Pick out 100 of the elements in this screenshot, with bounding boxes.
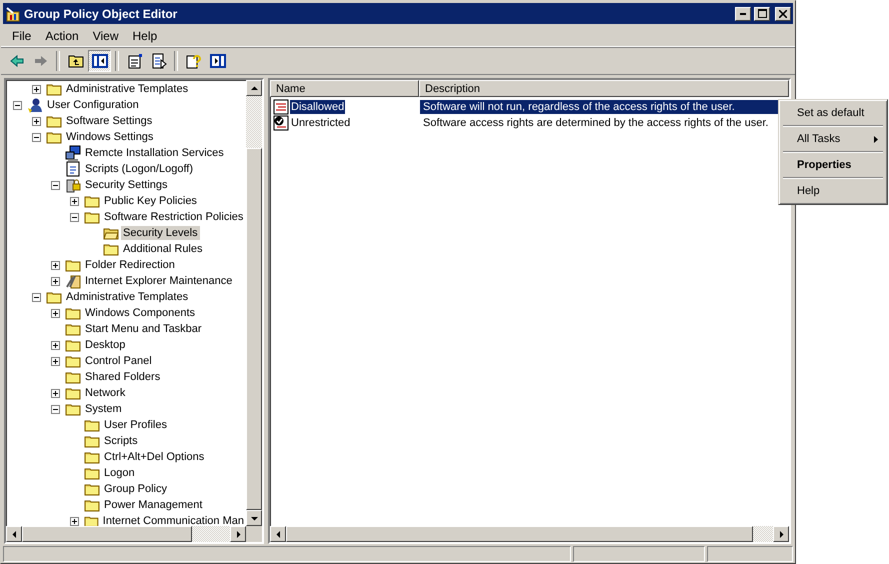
folder-icon [65, 258, 81, 272]
app-icon [5, 6, 21, 22]
tree-item[interactable]: System [83, 402, 124, 416]
forward-icon [32, 53, 48, 69]
properties-icon [126, 53, 142, 69]
tree-item[interactable]: Internet Communication Man [100, 514, 246, 526]
tree-item[interactable]: Remcte Installation Services [83, 146, 226, 160]
tree-item[interactable]: Folder Redirection [83, 258, 177, 272]
scroll-right-button[interactable] [773, 526, 789, 542]
expand-toggle[interactable] [51, 356, 60, 366]
tree-item[interactable]: Desktop [83, 338, 128, 352]
lock-server-icon [65, 177, 81, 193]
menu-item[interactable]: View [86, 29, 126, 43]
scroll-up-button[interactable] [246, 80, 262, 96]
folder-icon [103, 242, 119, 256]
folder-icon [84, 418, 100, 432]
vertical-scrollbar[interactable] [246, 80, 262, 526]
expand-toggle[interactable] [32, 116, 41, 126]
tree-item[interactable]: Scripts (Logon/Logoff) [83, 162, 196, 176]
open-folder-icon [103, 226, 119, 240]
tree-item[interactable]: Control Panel [83, 354, 154, 368]
maximize-button[interactable] [754, 6, 770, 20]
maximize-icon [758, 9, 766, 18]
collapse-toggle[interactable] [32, 292, 41, 302]
tree-item[interactable]: Security Levels [121, 226, 200, 240]
toolbar-button[interactable] [88, 50, 111, 72]
right-arrow-icon [234, 530, 242, 538]
collapse-toggle[interactable] [51, 180, 60, 190]
expand-toggle[interactable] [51, 308, 60, 318]
collapse-toggle[interactable] [51, 404, 60, 414]
scrollbar-corner [246, 526, 262, 542]
expand-toggle[interactable] [51, 276, 60, 286]
folder-icon [84, 466, 100, 480]
tree-item[interactable]: Windows Components [83, 306, 198, 320]
scroll-left-button[interactable] [6, 526, 22, 542]
expand-toggle[interactable] [70, 516, 79, 526]
action-pane-icon [210, 53, 226, 69]
column-header[interactable]: Name [270, 80, 419, 97]
tree-item[interactable]: Administrative Templates [64, 82, 190, 96]
tree-item[interactable]: Security Settings [83, 178, 170, 192]
menu-item[interactable]: All Tasks [782, 129, 884, 149]
up-arrow-icon [250, 84, 258, 92]
folder-icon [46, 114, 62, 128]
tree-item[interactable]: User Profiles [102, 418, 169, 432]
expand-toggle[interactable] [51, 340, 60, 350]
minimize-button[interactable] [735, 6, 751, 20]
tree-pane-icon [92, 53, 108, 69]
scroll-right-button[interactable] [230, 526, 246, 542]
collapse-toggle[interactable] [13, 100, 22, 110]
scroll-thumb[interactable] [246, 148, 262, 510]
tree-item[interactable]: Network [83, 386, 128, 400]
user-icon [27, 97, 43, 113]
folder-icon [46, 82, 62, 96]
folder-icon [65, 306, 81, 320]
tree-item[interactable]: Shared Folders [83, 370, 162, 384]
list-item-name[interactable]: Disallowed [290, 100, 346, 114]
menu-item[interactable]: File [5, 29, 38, 43]
tree-item[interactable]: Additional Rules [121, 242, 204, 256]
tree-item[interactable]: Internet Explorer Maintenance [83, 274, 234, 288]
expand-toggle[interactable] [70, 196, 79, 206]
tree-item[interactable]: Software Restriction Policies [102, 210, 246, 224]
close-button[interactable] [775, 6, 791, 20]
folder-icon [65, 386, 81, 400]
scroll-down-button[interactable] [246, 510, 262, 526]
check-list-icon [273, 115, 289, 131]
tree-item[interactable]: Ctrl+Alt+Del Options [102, 450, 206, 464]
collapse-toggle[interactable] [32, 132, 41, 142]
collapse-toggle[interactable] [70, 212, 79, 222]
tree-item[interactable]: Logon [102, 466, 137, 480]
left-arrow-icon [274, 530, 282, 538]
tree-item[interactable]: Public Key Policies [102, 194, 199, 208]
menu-item[interactable]: Action [38, 29, 86, 43]
expand-toggle[interactable] [32, 84, 41, 94]
expand-toggle[interactable] [51, 388, 60, 398]
list-item-name[interactable]: Unrestricted [290, 116, 352, 130]
folder-icon [84, 514, 99, 526]
scroll-left-button[interactable] [270, 526, 286, 542]
computer-icon [65, 145, 81, 161]
export-list-icon [150, 53, 166, 69]
tree-item[interactable]: Group Policy [102, 482, 169, 496]
column-header[interactable]: Description [419, 80, 789, 97]
menu-item[interactable]: Help [126, 29, 164, 43]
tree-item[interactable]: Power Management [102, 498, 204, 512]
tree-item[interactable]: Scripts [102, 434, 140, 448]
menu-item[interactable]: Properties [782, 155, 884, 175]
folder-icon [46, 130, 62, 144]
folder-icon [65, 370, 81, 384]
scroll-thumb[interactable] [22, 526, 192, 542]
list-restricted-icon [273, 99, 289, 115]
tree-item[interactable]: Software Settings [64, 114, 154, 128]
horizontal-scrollbar[interactable] [6, 526, 246, 542]
folder-icon [84, 450, 100, 464]
document-icon [65, 161, 81, 177]
tree-item[interactable]: Windows Settings [64, 130, 156, 144]
expand-toggle[interactable] [51, 260, 60, 270]
tree-item[interactable]: User Configuration [45, 98, 141, 112]
tree-item[interactable]: Start Menu and Taskbar [83, 322, 204, 336]
tree-item[interactable]: Administrative Templates [64, 290, 190, 304]
menu-item[interactable]: Help [782, 181, 884, 201]
folder-icon [46, 290, 62, 304]
